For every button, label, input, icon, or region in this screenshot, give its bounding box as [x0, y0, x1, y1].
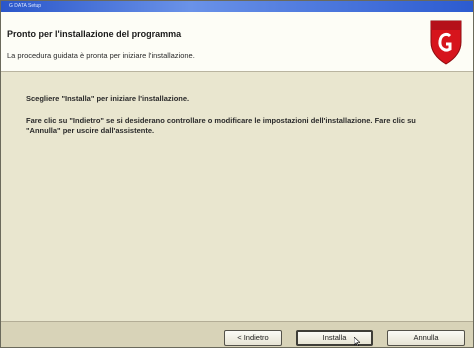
- wizard-content: Scegliere "Installa" per iniziare l'inst…: [1, 72, 473, 321]
- mouse-pointer-icon: [354, 337, 360, 346]
- help-text: Fare clic su "Indietro" se si desiderano…: [26, 116, 416, 135]
- install-button[interactable]: Installa: [296, 330, 373, 346]
- wizard-header: Pronto per l'installazione del programma…: [1, 12, 473, 72]
- cancel-button[interactable]: Annulla: [387, 330, 465, 346]
- back-button[interactable]: < Indietro: [224, 330, 282, 346]
- instruction-text: Scegliere "Installa" per iniziare l'inst…: [26, 94, 190, 103]
- gdata-logo-icon: [430, 20, 462, 65]
- page-title: Pronto per l'installazione del programma: [7, 29, 182, 39]
- window-title: G DATA Setup: [9, 3, 42, 9]
- installer-window: G DATA Setup Pronto per l'installazione …: [0, 0, 474, 348]
- page-subtitle: La procedura guidata è pronta per inizia…: [7, 51, 195, 60]
- footer-divider: [1, 321, 473, 322]
- title-bar[interactable]: G DATA Setup: [1, 1, 473, 12]
